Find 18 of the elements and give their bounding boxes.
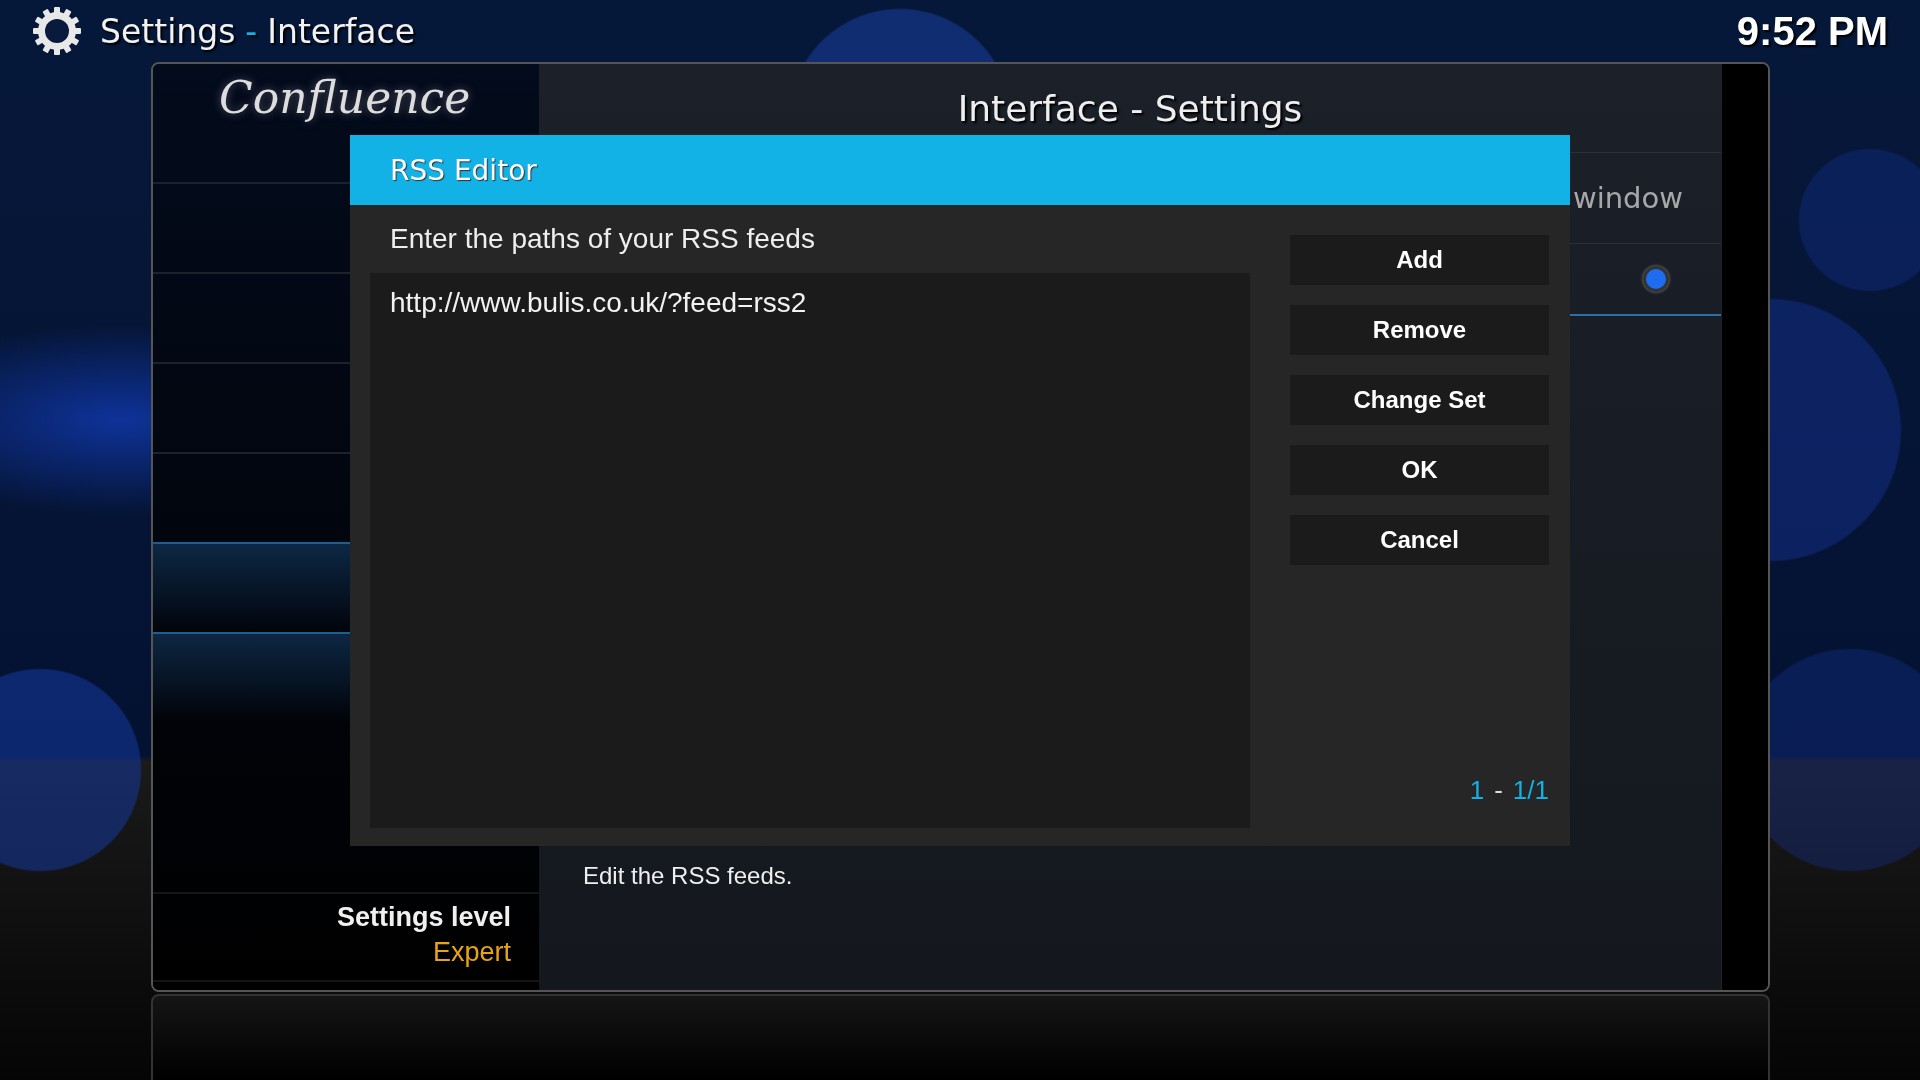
dialog-button[interactable]: Cancel bbox=[1290, 515, 1549, 565]
dialog-button[interactable]: Remove bbox=[1290, 305, 1549, 355]
dialog-button[interactable]: OK bbox=[1290, 445, 1549, 495]
settings-level-value[interactable]: Expert bbox=[432, 937, 511, 968]
page-indicator: 1 - 1/1 bbox=[1468, 775, 1549, 806]
settings-level-label: Settings level bbox=[336, 902, 511, 933]
setting-label[interactable]: window bbox=[1572, 181, 1683, 215]
settings-icon bbox=[32, 6, 82, 56]
radio-button[interactable] bbox=[1643, 266, 1669, 292]
dialog-title: RSS Editor bbox=[350, 135, 1570, 205]
setting-description: Edit the RSS feeds. bbox=[583, 862, 793, 890]
logo: Confluence bbox=[219, 71, 471, 125]
dialog-prompt: Enter the paths of your RSS feeds bbox=[389, 222, 816, 256]
dialog-button[interactable]: Add bbox=[1290, 235, 1549, 285]
breadcrumb-title: Settings - Interface bbox=[100, 11, 416, 51]
feed-item[interactable]: http://www.bulis.co.uk/?feed=rss2 bbox=[390, 287, 1230, 319]
clock: 9:52 PM bbox=[1736, 8, 1888, 54]
dialog-button[interactable]: Change Set bbox=[1290, 375, 1549, 425]
